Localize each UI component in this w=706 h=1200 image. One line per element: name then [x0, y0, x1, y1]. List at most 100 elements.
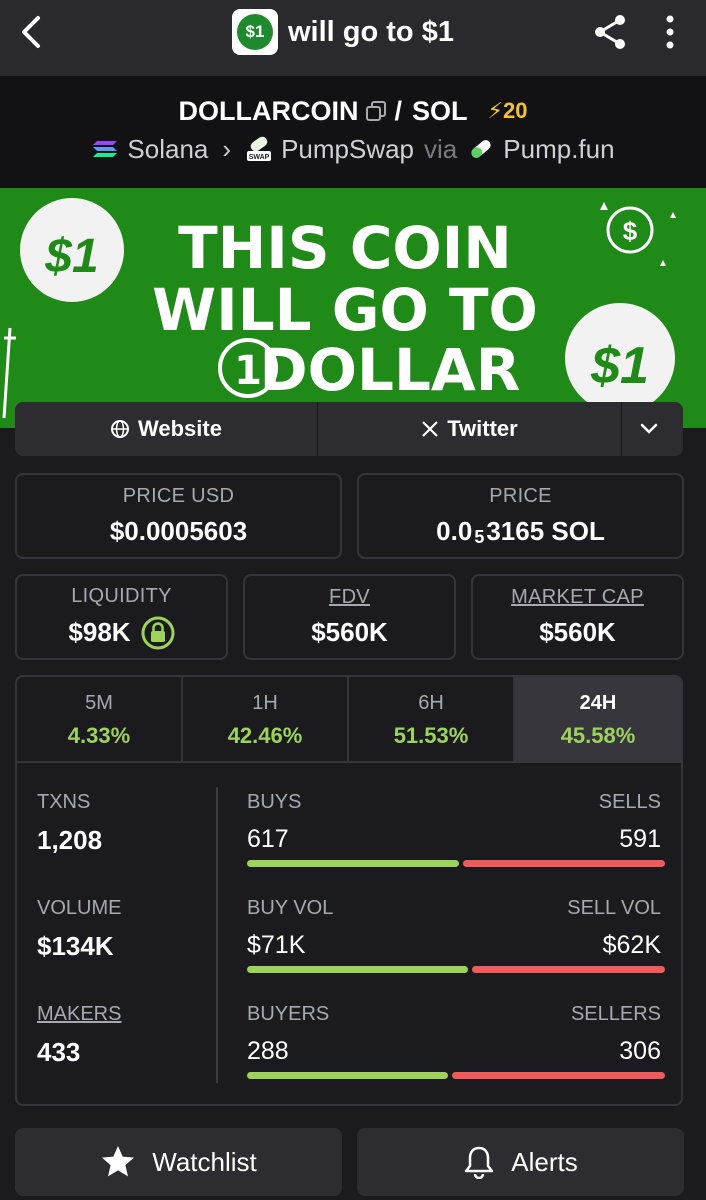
pair-separator: /	[394, 95, 403, 126]
fdv-value: $560K	[311, 617, 388, 647]
tab-label: 24H	[579, 691, 617, 714]
price-native-suffix: 3165 SOL	[486, 516, 605, 546]
banner-artwork: $1 $1 $ THIS COIN WILL GO TO 1 DOLLAR	[0, 188, 706, 428]
svg-text:$: $	[623, 216, 638, 246]
lock-icon[interactable]	[141, 616, 175, 650]
twitter-label: Twitter	[447, 416, 518, 441]
fdv-card[interactable]: FDV $560K	[243, 574, 456, 660]
tab-label: 5M	[85, 691, 113, 714]
txns-value: 1,208	[37, 825, 103, 855]
price-usd-label: PRICE USD	[122, 485, 235, 507]
tab-5m[interactable]: 5M 4.33%	[17, 677, 183, 763]
pumpswap-icon: SWAP	[247, 136, 272, 161]
column-divider	[216, 787, 218, 1083]
copy-icon[interactable]	[365, 100, 387, 122]
volume-value: $134K	[37, 931, 114, 961]
sells-bar	[463, 860, 665, 867]
banner-line-3-number: 1	[234, 348, 262, 394]
page-title: will go to $1	[288, 15, 454, 48]
buyers-bar	[247, 1072, 448, 1079]
chain-link[interactable]: Solana	[127, 134, 208, 165]
pump-pill-icon	[471, 140, 491, 158]
banner-line-2: WILL GO TO	[152, 276, 538, 344]
market-cap-value: $560K	[539, 617, 616, 647]
chevron-down-icon	[640, 423, 657, 434]
back-button[interactable]	[12, 12, 52, 52]
twitter-button[interactable]: Twitter	[318, 402, 622, 456]
liquidity-card: LIQUIDITY $98K	[15, 574, 228, 660]
trading-stats-panel: 5M 4.33% 1H 42.46% 6H 51.53% 24H 45.58% …	[15, 675, 683, 1106]
sell-vol-value: $62K	[602, 931, 661, 959]
buy-vol-value: $71K	[247, 931, 306, 959]
txns-label: TXNS	[37, 791, 91, 813]
buys-value: 617	[247, 825, 289, 853]
left-coin-text: $1	[44, 230, 98, 283]
tab-change: 4.33%	[67, 722, 131, 748]
makers-value: 433	[37, 1037, 81, 1067]
price-native-value: 0.0 5 3165 SOL	[436, 516, 605, 547]
tab-1h[interactable]: 1H 42.46%	[183, 677, 349, 763]
buy-vol-bar	[247, 966, 468, 973]
bell-icon	[465, 1146, 494, 1179]
watchlist-button[interactable]: Watchlist	[15, 1128, 342, 1196]
makers-label[interactable]: MAKERS	[37, 1003, 121, 1026]
watchlist-label: Watchlist	[152, 1146, 257, 1177]
buyers-label: BUYERS	[247, 1003, 330, 1025]
pair-header: DOLLARCOIN / SOL ⚡20 Solana › SWAP PumpS…	[0, 76, 706, 188]
alerts-button[interactable]: Alerts	[357, 1128, 684, 1196]
launchpad-link[interactable]: Pump.fun	[503, 134, 614, 165]
sellers-value: 306	[619, 1037, 661, 1065]
sell-vol-label: SELL VOL	[567, 897, 661, 919]
liquidity-label: LIQUIDITY	[71, 584, 172, 607]
timeframe-tabs: 5M 4.33% 1H 42.46% 6H 51.53% 24H 45.58%	[17, 677, 681, 763]
chevron-left-icon	[22, 16, 40, 48]
dex-link[interactable]: PumpSwap	[281, 134, 414, 165]
price-native-zero-count: 5	[474, 527, 485, 547]
boost-badge[interactable]: ⚡20	[488, 98, 528, 124]
tab-label: 6H	[418, 691, 444, 714]
buyers-value: 288	[247, 1037, 289, 1065]
website-label: Website	[138, 416, 222, 441]
title-group: $1 will go to $1	[232, 8, 454, 56]
globe-icon	[111, 420, 130, 438]
volume-label: VOLUME	[37, 897, 122, 919]
sells-label: SELLS	[598, 791, 661, 813]
more-links-button[interactable]	[622, 402, 683, 456]
liquidity-value-row: $98K	[68, 616, 175, 650]
tab-label: 1H	[252, 691, 278, 714]
fdv-label[interactable]: FDV	[329, 586, 370, 609]
star-icon	[102, 1146, 135, 1177]
solana-icon	[93, 141, 118, 157]
via-label: via	[424, 133, 458, 164]
website-button[interactable]: Website	[15, 402, 318, 456]
more-vertical-icon	[666, 15, 674, 49]
tab-change: 51.53%	[393, 722, 469, 748]
price-native-card: PRICE 0.0 5 3165 SOL	[357, 473, 684, 559]
token-logo-text: $1	[237, 14, 273, 50]
buy-vol-label: BUY VOL	[247, 897, 334, 919]
tab-24h[interactable]: 24H 45.58%	[515, 677, 681, 763]
price-native-label: PRICE	[489, 485, 552, 507]
top-app-bar: $1 will go to $1	[0, 0, 706, 76]
right-coin-text: $1	[590, 337, 649, 395]
quote-token-symbol: SOL	[412, 95, 468, 126]
tab-6h[interactable]: 6H 51.53%	[349, 677, 515, 763]
market-cap-label[interactable]: MARKET CAP	[511, 586, 644, 609]
liquidity-value: $98K	[68, 617, 131, 647]
share-button[interactable]	[590, 12, 630, 52]
breadcrumb-chevron: ›	[222, 133, 232, 164]
banner-line-3-word: DOLLAR	[260, 336, 521, 404]
buys-label: BUYS	[247, 791, 302, 813]
market-cap-card[interactable]: MARKET CAP $560K	[471, 574, 684, 660]
share-icon	[595, 15, 625, 49]
token-banner-image: $1 $1 $ THIS COIN WILL GO TO 1 DOLLAR	[0, 188, 706, 428]
buys-bar	[247, 860, 459, 867]
tab-change: 42.46%	[227, 722, 303, 748]
more-options-button[interactable]	[654, 12, 686, 52]
sells-value: 591	[619, 825, 661, 853]
token-logo: $1	[232, 9, 278, 55]
price-usd-card: PRICE USD $0.0005603	[15, 473, 342, 559]
alerts-label: Alerts	[511, 1146, 578, 1177]
x-logo-icon	[422, 421, 439, 437]
social-links-row: Website Twitter	[15, 402, 683, 456]
